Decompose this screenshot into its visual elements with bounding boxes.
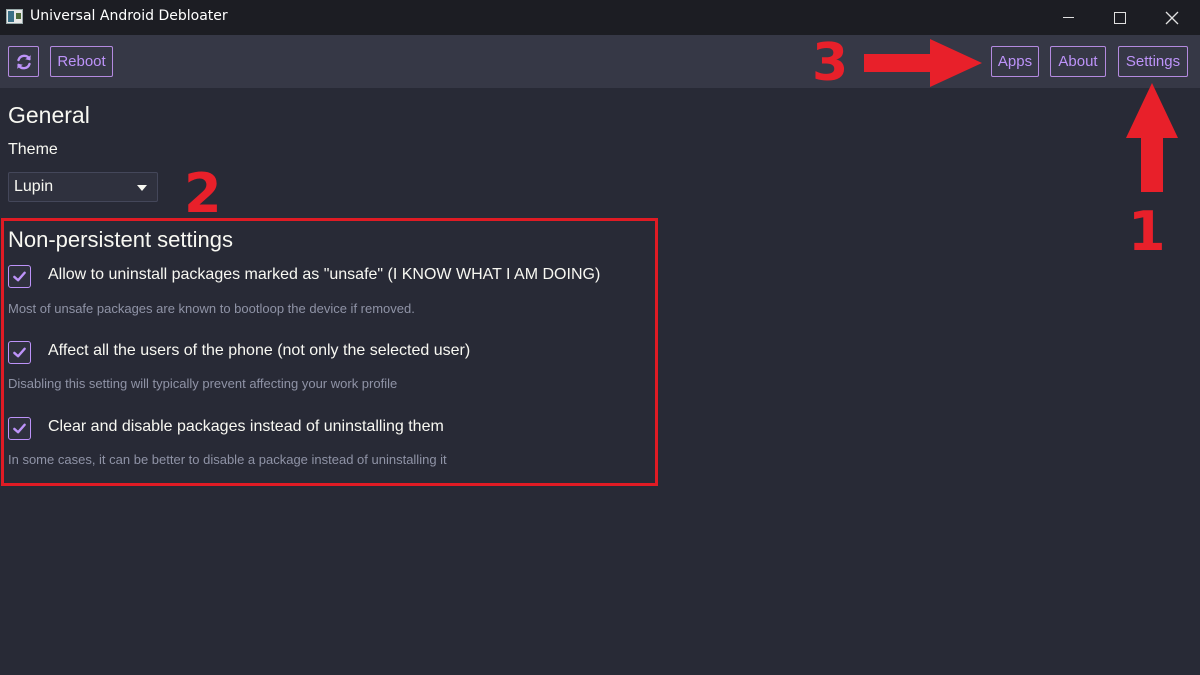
refresh-button[interactable] [8, 46, 39, 77]
all-users-description: Disabling this setting will typically pr… [8, 376, 398, 391]
annotation-step-2: 2 [184, 162, 222, 225]
close-icon [1165, 11, 1179, 24]
checkmark-icon [13, 423, 26, 434]
non-persistent-heading: Non-persistent settings [8, 227, 233, 252]
chevron-down-icon [137, 185, 147, 191]
settings-button[interactable]: Settings [1118, 46, 1188, 77]
disable-packages-description: In some cases, it can be better to disab… [8, 452, 447, 467]
app-icon [6, 9, 23, 24]
all-users-label: Affect all the users of the phone (not o… [48, 342, 471, 359]
disable-packages-checkbox[interactable] [8, 417, 31, 440]
unsafe-packages-description: Most of unsafe packages are known to boo… [8, 301, 415, 316]
theme-select[interactable]: Lupin [8, 172, 158, 202]
close-button[interactable] [1146, 0, 1198, 35]
arrow-up-icon [1126, 83, 1178, 192]
annotation-step-3: 3 [812, 33, 849, 93]
general-heading: General [8, 102, 90, 128]
refresh-icon [16, 54, 31, 69]
unsafe-packages-label: Allow to uninstall packages marked as "u… [48, 266, 601, 283]
apps-button[interactable]: Apps [991, 46, 1039, 77]
theme-select-value: Lupin [14, 178, 54, 195]
maximize-button[interactable] [1094, 0, 1146, 35]
window-title: Universal Android Debloater [30, 8, 228, 24]
arrow-right-icon [864, 39, 982, 87]
checkmark-icon [13, 271, 26, 282]
toolbar: Reboot Apps About Settings [0, 35, 1200, 88]
annotation-step-1: 1 [1128, 200, 1166, 263]
minimize-button[interactable] [1042, 0, 1094, 35]
theme-label: Theme [8, 141, 58, 158]
all-users-checkbox[interactable] [8, 341, 31, 364]
checkmark-icon [13, 347, 26, 358]
reboot-button[interactable]: Reboot [50, 46, 113, 77]
about-button[interactable]: About [1050, 46, 1106, 77]
disable-packages-label: Clear and disable packages instead of un… [48, 418, 444, 435]
title-bar: Universal Android Debloater [0, 0, 1200, 35]
unsafe-packages-checkbox[interactable] [8, 265, 31, 288]
